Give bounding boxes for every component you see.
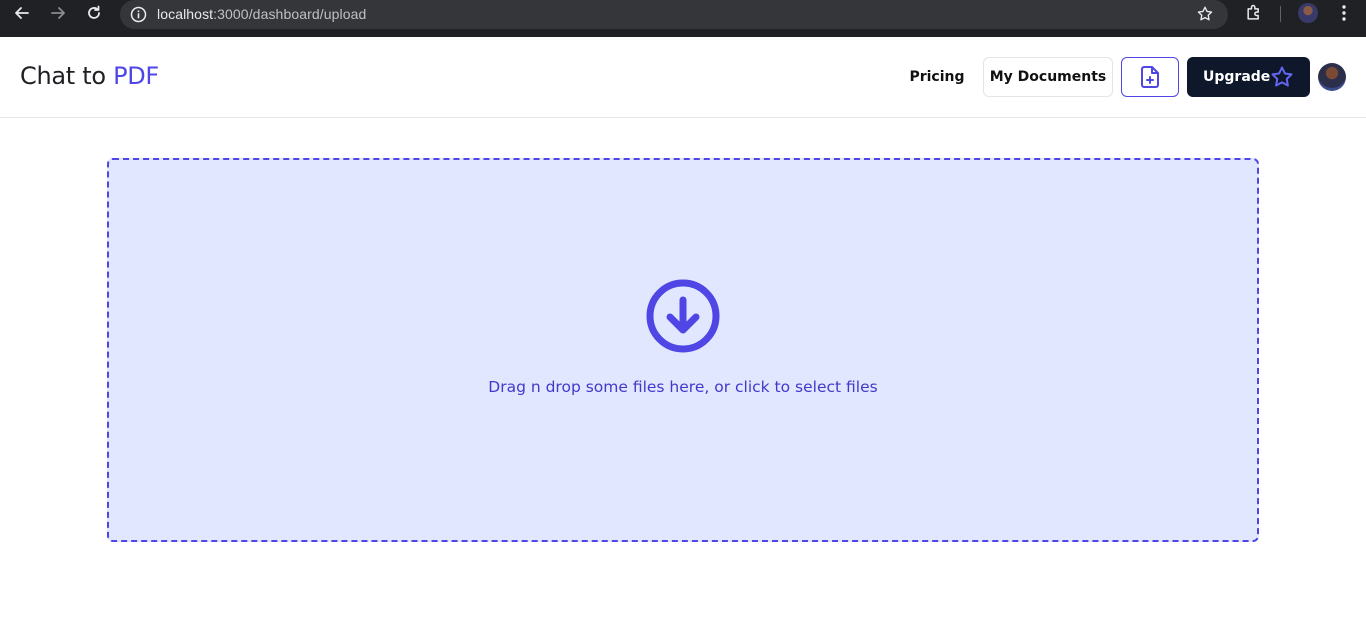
site-info-icon[interactable]: [130, 6, 147, 23]
upgrade-label: Upgrade: [1203, 69, 1271, 85]
brand-accent: PDF: [113, 62, 159, 90]
reload-icon[interactable]: [82, 1, 106, 25]
upgrade-button[interactable]: Upgrade: [1187, 57, 1310, 97]
url-host: localhost: [157, 6, 214, 22]
extensions-icon[interactable]: [1244, 3, 1264, 23]
url-path: :3000/dashboard/upload: [213, 6, 367, 22]
brand-logo[interactable]: Chat to PDF: [20, 62, 159, 90]
user-avatar[interactable]: [1318, 63, 1346, 91]
bookmark-star-icon[interactable]: [1196, 5, 1214, 23]
my-documents-button[interactable]: My Documents: [983, 57, 1113, 97]
star-icon: [1271, 66, 1293, 87]
profile-avatar[interactable]: [1298, 3, 1318, 23]
new-document-button[interactable]: [1121, 57, 1179, 97]
back-icon[interactable]: [10, 1, 34, 25]
browser-toolbar: localhost:3000/dashboard/upload: [0, 0, 1366, 37]
url-text: localhost:3000/dashboard/upload: [157, 6, 366, 22]
circle-arrow-down-icon: [646, 279, 720, 353]
kebab-menu-icon[interactable]: [1334, 3, 1354, 23]
dropzone-message: Drag n drop some files here, or click to…: [488, 378, 878, 396]
toolbar-separator: [1280, 6, 1281, 22]
forward-icon[interactable]: [46, 1, 70, 25]
file-dropzone[interactable]: Drag n drop some files here, or click to…: [107, 158, 1259, 542]
brand-prefix: Chat to: [20, 62, 106, 90]
app-header: Chat to PDF Pricing My Documents Upgrade: [0, 37, 1366, 118]
pricing-link[interactable]: Pricing: [900, 57, 974, 97]
address-bar[interactable]: localhost:3000/dashboard/upload: [120, 0, 1228, 29]
file-plus-icon: [1141, 66, 1159, 88]
